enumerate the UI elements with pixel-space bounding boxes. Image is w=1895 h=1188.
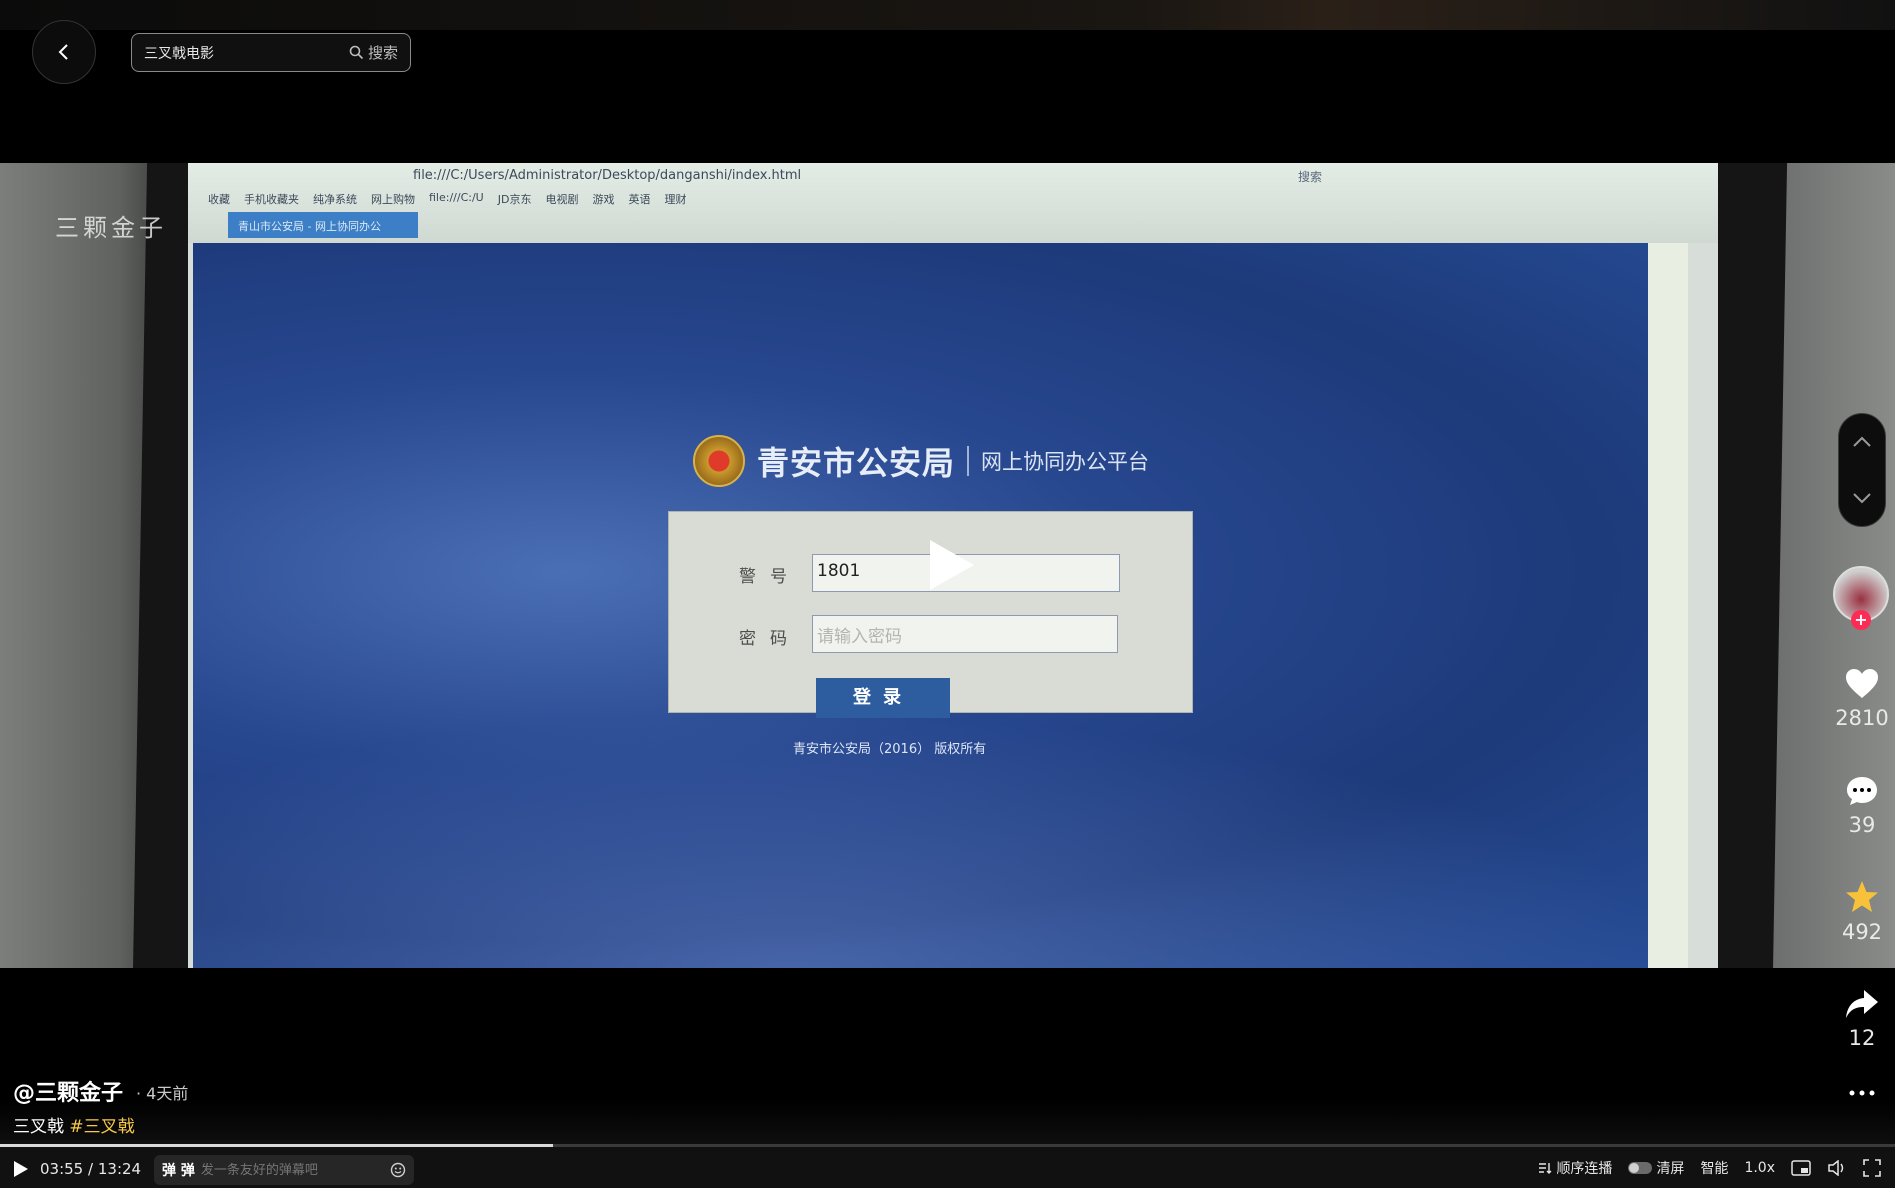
brand-title: 青安市公安局 bbox=[757, 444, 956, 482]
danmu-input[interactable] bbox=[200, 1162, 384, 1178]
bookmark-item: JD京东 bbox=[497, 193, 532, 206]
share-count: 12 bbox=[1848, 1026, 1876, 1050]
search-box: 搜索 bbox=[131, 33, 411, 72]
progress-fill bbox=[0, 1144, 554, 1147]
video-description: 三叉戟 #三叉戟 bbox=[13, 1112, 135, 1137]
brand-subtitle: 网上协同办公平台 bbox=[981, 450, 1150, 474]
favorite-action[interactable]: 492 bbox=[1830, 880, 1894, 944]
quality-button[interactable]: 智能 bbox=[1700, 1158, 1728, 1178]
bookmark-item: 英语 bbox=[628, 193, 651, 206]
play-overlay-icon[interactable] bbox=[930, 540, 974, 590]
brand: 青安市公安局 网上协同办公平台 bbox=[693, 435, 1149, 487]
bookmark-item: 纯净系统 bbox=[313, 193, 357, 206]
bookmarks-bar: 收藏 手机收藏夹 纯净系统 网上购物 file:///C:/U JD京东 电视剧… bbox=[208, 191, 686, 207]
play-icon[interactable] bbox=[14, 1161, 28, 1177]
chevron-left-icon bbox=[58, 44, 68, 60]
comment-icon bbox=[1847, 777, 1877, 805]
police-emblem-icon bbox=[693, 435, 745, 487]
danmu-toggle-icon[interactable]: 弹 弹 bbox=[162, 1160, 195, 1180]
search-icon bbox=[349, 45, 364, 60]
login-button: 登录 bbox=[816, 678, 950, 718]
login-page: 青安市公安局 网上协同办公平台 警号 1801 密码 请输入密码 登录 青安市公… bbox=[193, 243, 1688, 968]
browser-toolbar: file:///C:/Users/Administrator/Desktop/d… bbox=[188, 163, 1718, 243]
bookmark-item: file:///C:/U bbox=[429, 191, 484, 204]
bookmark-item: 游戏 bbox=[592, 193, 615, 206]
bookmark-item: 手机收藏夹 bbox=[244, 193, 299, 206]
more-button[interactable] bbox=[1830, 1090, 1894, 1096]
favorite-count: 492 bbox=[1841, 920, 1883, 944]
video-nav bbox=[1838, 413, 1886, 527]
badge-label: 警号 bbox=[739, 567, 801, 587]
duration: 13:24 bbox=[97, 1160, 142, 1178]
post-time: · 4天前 bbox=[136, 1084, 189, 1103]
search-input[interactable] bbox=[144, 44, 349, 61]
picture-in-picture-icon[interactable] bbox=[1791, 1160, 1811, 1176]
chevron-down-icon[interactable] bbox=[1852, 492, 1872, 504]
password-field: 请输入密码 bbox=[812, 615, 1118, 653]
progress-bar[interactable] bbox=[0, 1144, 1895, 1147]
autoplay-label: 顺序连播 bbox=[1556, 1161, 1613, 1177]
speed-button[interactable]: 1.0x bbox=[1744, 1160, 1775, 1176]
search-button[interactable]: 搜索 bbox=[349, 42, 398, 63]
password-label: 密码 bbox=[739, 629, 801, 649]
clear-screen-toggle[interactable]: 清屏 bbox=[1628, 1158, 1684, 1178]
heart-icon bbox=[1846, 669, 1878, 698]
star-icon bbox=[1846, 881, 1878, 912]
list-order-icon bbox=[1539, 1163, 1552, 1174]
bookmark-item: 收藏 bbox=[208, 193, 230, 206]
brand-separator bbox=[967, 446, 970, 476]
search-button-label: 搜索 bbox=[367, 44, 398, 62]
player-controls: 03:55 / 13:24 弹 弹 顺序连播 清屏 智能 1.0x bbox=[0, 1150, 1895, 1188]
current-time: 03:55 bbox=[40, 1160, 84, 1178]
copyright: 青安市公安局（2016） 版权所有 bbox=[793, 742, 987, 757]
browser-url: file:///C:/Users/Administrator/Desktop/d… bbox=[413, 168, 802, 183]
browser-search: 搜索 bbox=[1298, 170, 1323, 184]
clear-screen-label: 清屏 bbox=[1656, 1161, 1685, 1177]
emoji-icon[interactable] bbox=[390, 1162, 406, 1178]
follow-button[interactable]: + bbox=[1851, 610, 1871, 630]
fullscreen-icon[interactable] bbox=[1863, 1159, 1881, 1177]
bookmark-item: 理财 bbox=[664, 193, 687, 206]
speed-label: 1.0x bbox=[1744, 1160, 1775, 1176]
time-display: 03:55 / 13:24 bbox=[40, 1160, 141, 1178]
quality-label: 智能 bbox=[1700, 1161, 1729, 1177]
like-action[interactable]: 2810 bbox=[1830, 668, 1894, 730]
comment-action[interactable]: 39 bbox=[1830, 775, 1894, 837]
like-count: 2810 bbox=[1835, 706, 1889, 730]
watermark: 三颗金子 bbox=[55, 214, 167, 242]
toggle-switch bbox=[1628, 1162, 1653, 1174]
danmu-bar: 弹 弹 bbox=[154, 1155, 414, 1185]
right-controls: 顺序连播 清屏 智能 1.0x bbox=[1538, 1158, 1881, 1178]
chevron-up-icon[interactable] bbox=[1852, 436, 1872, 448]
hashtag-link[interactable]: #三叉戟 bbox=[69, 1117, 134, 1137]
page-edge bbox=[1648, 243, 1688, 968]
share-action[interactable]: 12 bbox=[1830, 988, 1894, 1050]
autoplay-button[interactable]: 顺序连播 bbox=[1538, 1158, 1612, 1178]
author-name[interactable]: @三颗金子 bbox=[13, 1075, 123, 1107]
description-text: 三叉戟 bbox=[13, 1117, 64, 1137]
volume-icon[interactable] bbox=[1827, 1160, 1847, 1176]
comment-count: 39 bbox=[1848, 813, 1876, 837]
browser-tab: 青山市公安局 - 网上协同办公 bbox=[228, 212, 418, 238]
back-button[interactable] bbox=[32, 20, 96, 84]
bookmark-item: 电视剧 bbox=[545, 193, 579, 206]
time-separator: / bbox=[88, 1160, 94, 1178]
share-icon bbox=[1846, 990, 1878, 1018]
bookmark-item: 网上购物 bbox=[371, 193, 415, 206]
video-player-page: { "header": { "search_value": "三叉戟电影", "… bbox=[0, 0, 1895, 1188]
top-strip bbox=[0, 0, 1895, 30]
more-dots-icon bbox=[1849, 1090, 1875, 1096]
